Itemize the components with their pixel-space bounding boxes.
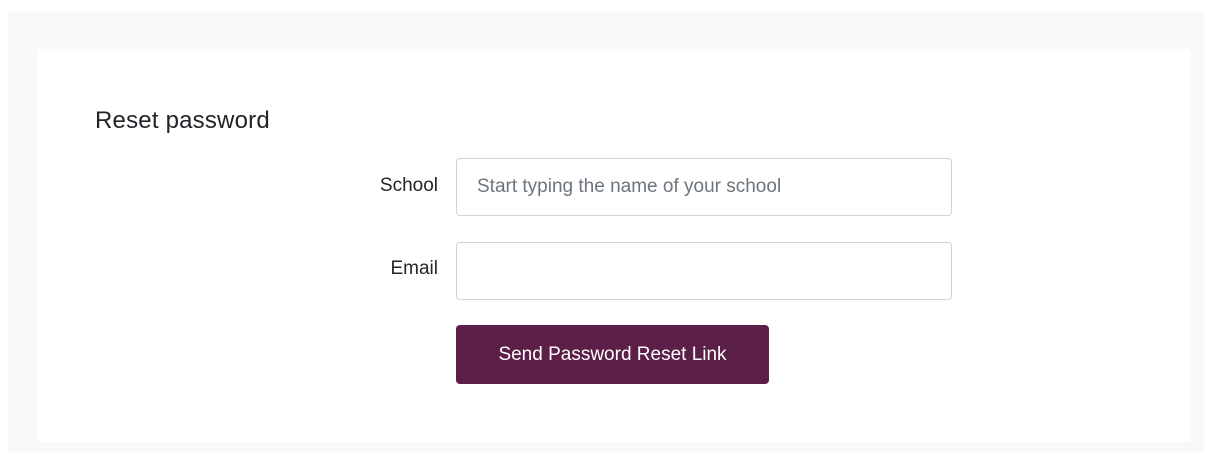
email-label: Email: [390, 258, 438, 279]
send-reset-link-button[interactable]: Send Password Reset Link: [456, 325, 769, 384]
reset-password-card: Reset password School Email Send Passwor…: [37, 49, 1191, 442]
school-input[interactable]: [456, 158, 952, 216]
email-field[interactable]: [456, 242, 952, 300]
page-background: Reset password School Email Send Passwor…: [8, 12, 1204, 452]
school-label: School: [379, 175, 438, 196]
page-title: Reset password: [95, 107, 270, 134]
